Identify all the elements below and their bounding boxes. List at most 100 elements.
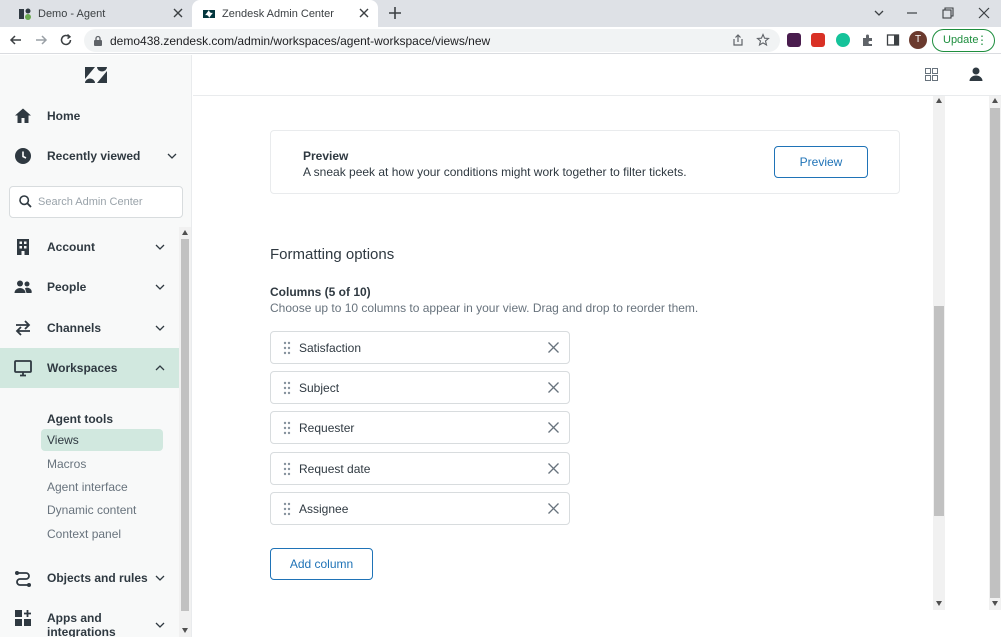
search-input[interactable]	[38, 194, 178, 210]
home-icon	[15, 108, 31, 123]
pdf-extension-icon[interactable]	[811, 33, 825, 47]
drag-handle-icon[interactable]	[283, 462, 291, 476]
scroll-up-arrow-icon[interactable]	[992, 98, 998, 103]
remove-column-icon[interactable]	[547, 381, 560, 394]
more-menu-icon[interactable]: ⋮	[976, 33, 988, 47]
zendesk-favicon-icon	[203, 9, 215, 18]
nav-channels[interactable]: Channels	[0, 308, 179, 348]
search-icon	[19, 195, 32, 208]
scroll-down-arrow-icon[interactable]	[936, 601, 942, 606]
content-scrollbar[interactable]	[933, 96, 945, 610]
sidebar-item-macros[interactable]: Macros	[41, 453, 163, 475]
column-label: Assignee	[299, 502, 349, 516]
sidebar-item-views[interactable]: Views	[41, 429, 163, 451]
chevron-up-icon	[155, 365, 165, 371]
search-admin-center[interactable]	[9, 186, 183, 218]
browser-tab-admin-center[interactable]: Zendesk Admin Center	[192, 0, 378, 27]
add-column-button[interactable]: Add column	[270, 548, 373, 580]
main-content: Preview A sneak peek at how your conditi…	[193, 96, 933, 637]
nav-home[interactable]: Home	[0, 96, 179, 136]
tab-search-chevron-icon[interactable]	[872, 6, 886, 20]
address-bar[interactable]: demo438.zendesk.com/admin/workspaces/age…	[84, 29, 780, 52]
side-panel-icon[interactable]	[886, 33, 900, 47]
zendesk-logo-icon[interactable]	[85, 67, 107, 83]
objects-rules-icon	[15, 571, 31, 587]
scroll-up-arrow-icon[interactable]	[936, 98, 942, 103]
window-scrollbar[interactable]	[989, 96, 1001, 610]
minimize-icon[interactable]	[905, 6, 919, 20]
reload-icon[interactable]	[59, 33, 73, 47]
arrows-exchange-icon	[15, 320, 31, 336]
column-label: Subject	[299, 381, 340, 395]
column-row-assignee[interactable]: Assignee	[270, 492, 570, 525]
columns-title: Columns (5 of 10)	[270, 285, 371, 299]
back-icon[interactable]	[9, 33, 23, 47]
nav-people[interactable]: People	[0, 267, 179, 307]
sidebar-scrollbar[interactable]	[179, 227, 191, 637]
drag-handle-icon[interactable]	[283, 381, 291, 395]
scroll-up-arrow-icon[interactable]	[182, 230, 188, 235]
monitor-icon	[14, 360, 32, 377]
restore-icon[interactable]	[941, 6, 955, 20]
scroll-down-arrow-icon[interactable]	[182, 628, 188, 633]
extensions-puzzle-icon[interactable]	[861, 33, 875, 47]
column-row-request-date[interactable]: Request date	[270, 452, 570, 485]
new-tab-icon[interactable]	[388, 6, 402, 20]
lock-icon[interactable]	[93, 35, 103, 46]
scroll-down-arrow-icon[interactable]	[992, 601, 998, 606]
remove-column-icon[interactable]	[547, 462, 560, 475]
nav-objects-and-rules[interactable]: Objects and rules	[0, 558, 179, 598]
grammarly-extension-icon[interactable]	[836, 33, 850, 47]
nav-recently-viewed[interactable]: Recently viewed	[0, 136, 179, 176]
nav-apps-and-integrations[interactable]: Apps and integrations	[0, 603, 179, 637]
close-tab-icon[interactable]	[172, 7, 184, 19]
column-row-requester[interactable]: Requester	[270, 411, 570, 444]
chevron-down-icon	[155, 622, 165, 628]
sidebar-item-context-panel[interactable]: Context panel	[41, 523, 163, 545]
tab-title: Demo - Agent	[38, 7, 106, 20]
forward-icon[interactable]	[34, 33, 48, 47]
content-scrollbar-thumb[interactable]	[934, 306, 944, 516]
sidebar-scrollbar-thumb[interactable]	[181, 239, 189, 611]
nav-people-label: People	[47, 280, 87, 294]
remove-column-icon[interactable]	[547, 421, 560, 434]
chevron-down-icon	[155, 325, 165, 331]
column-label: Satisfaction	[299, 341, 362, 355]
bookmark-star-icon[interactable]	[756, 33, 770, 47]
share-icon[interactable]	[731, 33, 745, 47]
column-row-subject[interactable]: Subject	[270, 371, 570, 404]
nav-home-label: Home	[47, 109, 81, 123]
chevron-down-icon	[167, 153, 177, 159]
columns-description: Choose up to 10 columns to appear in you…	[270, 301, 699, 315]
nav-account[interactable]: Account	[0, 227, 179, 267]
preview-button[interactable]: Preview	[774, 146, 868, 178]
nav-apps-label-line1: Apps and	[47, 611, 102, 625]
nav-account-label: Account	[47, 240, 95, 254]
sidebar-item-agent-interface[interactable]: Agent interface	[41, 476, 163, 498]
chevron-down-icon	[155, 244, 165, 250]
preview-card: Preview A sneak peek at how your conditi…	[270, 130, 900, 194]
user-profile-icon[interactable]	[969, 67, 983, 81]
window-scrollbar-thumb[interactable]	[990, 108, 1000, 598]
profile-avatar[interactable]: T	[909, 31, 927, 49]
remove-column-icon[interactable]	[547, 341, 560, 354]
drag-handle-icon[interactable]	[283, 502, 291, 516]
close-window-icon[interactable]	[977, 6, 991, 20]
browser-tab-demo-agent[interactable]: Demo - Agent	[0, 0, 192, 27]
sidebar-item-dynamic-content[interactable]: Dynamic content	[41, 499, 163, 521]
close-tab-icon[interactable]	[358, 7, 370, 19]
drag-handle-icon[interactable]	[283, 421, 291, 435]
clock-icon	[15, 148, 31, 164]
drag-handle-icon[interactable]	[283, 341, 291, 355]
nav-workspaces[interactable]: Workspaces	[0, 348, 179, 388]
chevron-down-icon	[155, 284, 165, 290]
nav-apps-label-line2: integrations	[47, 625, 116, 637]
product-tray-icon[interactable]	[925, 68, 938, 81]
column-row-satisfaction[interactable]: Satisfaction	[270, 331, 570, 364]
browser-update-button[interactable]: Update ⋮	[932, 29, 995, 52]
admin-sidebar: Home Recently viewed Account People Chan…	[0, 55, 192, 637]
extension-icon[interactable]	[787, 33, 801, 47]
remove-column-icon[interactable]	[547, 502, 560, 515]
browser-tab-strip: Demo - Agent Zendesk Admin Center	[0, 0, 1001, 27]
preview-description: A sneak peek at how your conditions migh…	[303, 165, 687, 179]
